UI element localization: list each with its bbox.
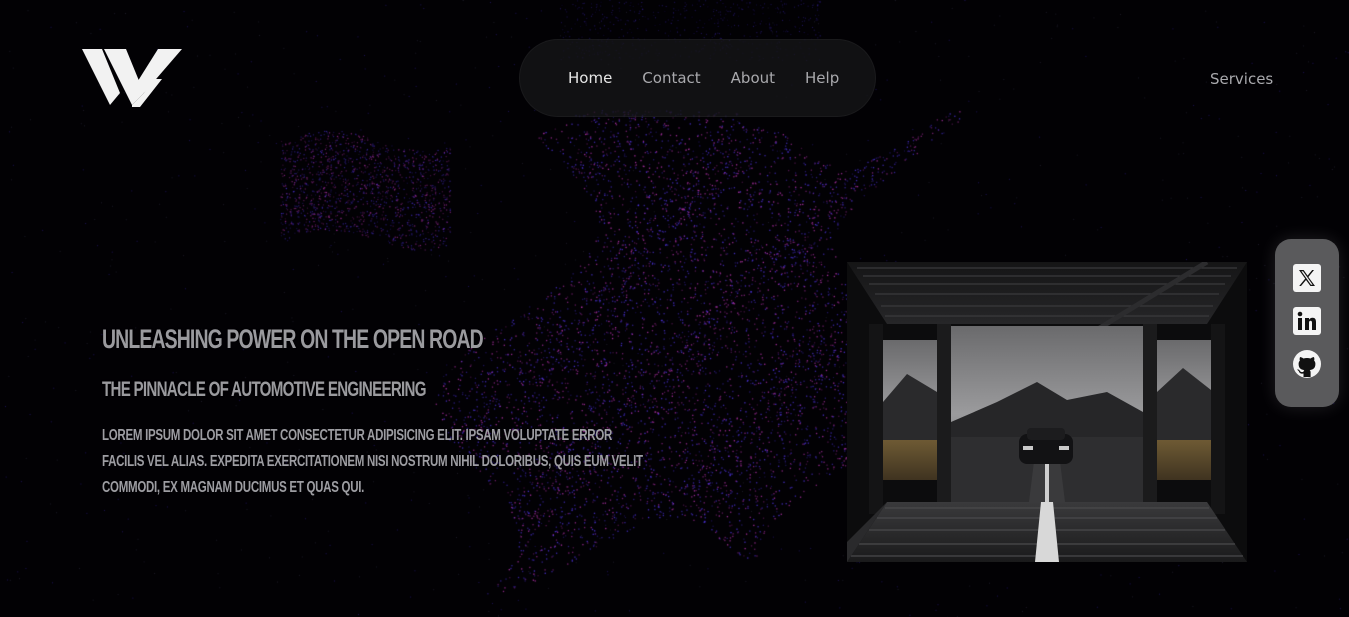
x-twitter-icon[interactable] xyxy=(1292,263,1322,293)
nav-contact[interactable]: Contact xyxy=(642,69,700,87)
hero-title: Unleashing Power on the Open Road xyxy=(102,324,484,354)
wy-logo-icon[interactable] xyxy=(82,49,182,107)
car-tunnel-image xyxy=(847,262,1247,562)
social-bar xyxy=(1275,239,1339,407)
hero-section: Unleashing Power on the Open Road The Pi… xyxy=(102,322,662,501)
hero-body: Lorem ipsum dolor sit amet consectetur a… xyxy=(102,427,643,496)
main-nav: Home Contact About Help xyxy=(519,39,876,117)
hero-subtitle: The Pinnacle of Automotive Engineering xyxy=(102,378,427,401)
page: Home Contact About Help Services Unleash… xyxy=(0,0,1349,617)
nav-about[interactable]: About xyxy=(731,69,775,87)
nav-home[interactable]: Home xyxy=(568,69,612,87)
github-icon[interactable] xyxy=(1292,349,1322,379)
nav-help[interactable]: Help xyxy=(805,69,839,87)
hero-body-wrap: Lorem ipsum dolor sit amet consectetur a… xyxy=(102,423,649,501)
linkedin-icon[interactable] xyxy=(1292,306,1322,336)
nav-services[interactable]: Services xyxy=(1210,70,1273,88)
